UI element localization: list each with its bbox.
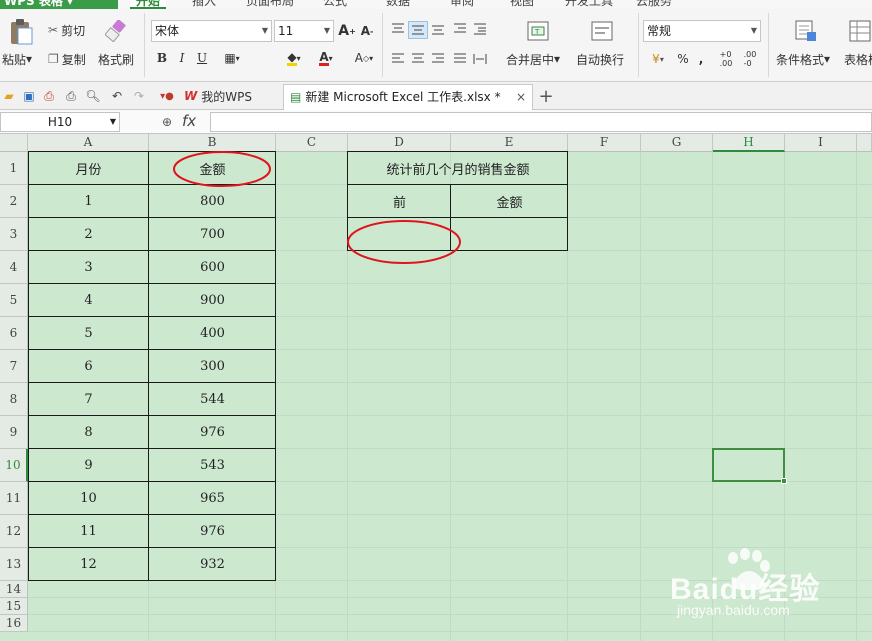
baidu-watermark: Baidu经验 jingyan.baidu.com — [665, 548, 865, 628]
active-cell-h10[interactable] — [712, 448, 785, 482]
annotation-layer — [173, 151, 461, 264]
annotation-ellipse-amount — [173, 151, 271, 187]
fill-handle[interactable] — [781, 478, 787, 484]
watermark-url: jingyan.baidu.com — [677, 602, 790, 618]
annotation-ellipse-d3 — [347, 220, 461, 264]
